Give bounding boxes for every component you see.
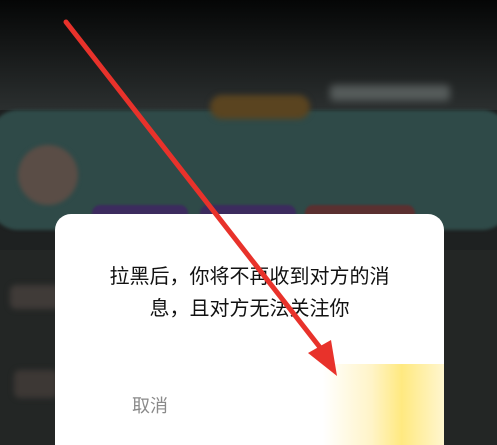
background-list-item — [10, 285, 60, 309]
dialog-message-line-1: 拉黑后，你将不再收到对方的消 — [109, 264, 390, 288]
block-confirm-dialog: 拉黑后，你将不再收到对方的消 息，且对方无法关注你 取消 — [55, 214, 444, 445]
confirm-button[interactable] — [323, 364, 444, 445]
dialog-message: 拉黑后，你将不再收到对方的消 息，且对方无法关注你 — [75, 260, 424, 324]
dialog-message-line-2: 息，且对方无法关注你 — [149, 296, 350, 320]
background-list-item — [14, 370, 58, 398]
background-badge — [210, 95, 310, 119]
avatar — [18, 145, 78, 205]
background-title-text — [330, 85, 450, 101]
cancel-button[interactable]: 取消 — [115, 392, 185, 422]
